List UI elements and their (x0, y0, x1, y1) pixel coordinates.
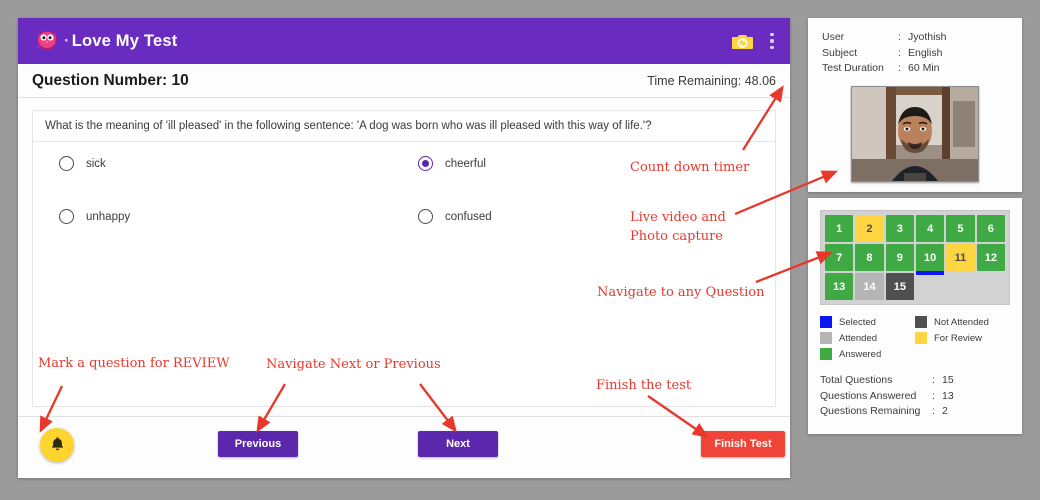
question-grid-wrap: 1 2 3 4 5 6 7 8 9 10 11 12 13 14 15 (820, 210, 1010, 305)
option-label: confused (445, 210, 492, 223)
question-cell-13[interactable]: 13 (825, 273, 854, 300)
legend-label: Answered (839, 348, 882, 360)
info-key: Subject (822, 46, 858, 59)
annotation-live-video: Live video and Photo capture (630, 210, 726, 244)
legend-swatch-attended (820, 332, 832, 344)
info-value: English (908, 46, 943, 59)
question-cell-7[interactable]: 7 (825, 244, 854, 271)
total-key: Total Questions (820, 374, 893, 386)
legend-swatch-for-review (915, 332, 927, 344)
legend: Selected Not Attended Attended For Revie… (820, 316, 1010, 360)
legend-label: Attended (839, 332, 878, 344)
total-colon: : (932, 389, 935, 402)
question-navigator-card: 1 2 3 4 5 6 7 8 9 10 11 12 13 14 15 Sele… (808, 198, 1022, 434)
total-colon: : (932, 405, 935, 417)
legend-item-selected: Selected (820, 316, 915, 328)
total-key: Questions Answered (820, 389, 917, 402)
option-label: cheerful (445, 157, 486, 170)
footer-bar: Previous Next Finish Test (18, 416, 790, 478)
radio-icon[interactable] (59, 156, 74, 171)
legend-label: For Review (934, 332, 983, 344)
total-row: Questions Answered : 13 (820, 389, 1010, 405)
option-label: sick (86, 157, 106, 170)
mark-for-review-button[interactable] (40, 428, 74, 462)
legend-swatch-not-attended (915, 316, 927, 328)
info-row: Test Duration : 60 Min (822, 61, 1008, 77)
annotation-mark-review: Mark a question for REVIEW (38, 356, 230, 371)
legend-label: Selected (839, 316, 876, 328)
total-value: 13 (942, 389, 954, 402)
totals-block: Total Questions : 15 Questions Answered … (820, 373, 1010, 420)
page-root: Love My Test Question Number: 10 Time (0, 0, 1040, 500)
legend-item-not-attended: Not Attended (915, 316, 1010, 328)
question-cell-12[interactable]: 12 (976, 244, 1005, 271)
legend-label: Not Attended (934, 316, 989, 328)
option-label: unhappy (86, 210, 131, 223)
info-key: Test Duration (822, 62, 884, 74)
question-cell-8[interactable]: 8 (855, 244, 884, 271)
info-value: Jyothish (908, 31, 947, 43)
question-cell-10[interactable]: 10 (916, 244, 945, 275)
legend-item-attended: Attended (820, 332, 915, 344)
info-value: 60 Min (908, 62, 940, 74)
question-cell-9[interactable]: 9 (885, 244, 914, 271)
legend-item-for-review: For Review (915, 332, 1010, 344)
question-cell-5[interactable]: 5 (946, 215, 975, 242)
question-header: Question Number: 10 Time Remaining: 48.0… (18, 64, 790, 98)
option-item[interactable]: sick (45, 156, 404, 171)
info-colon: : (898, 31, 901, 43)
info-colon: : (898, 46, 901, 59)
previous-button[interactable]: Previous (218, 431, 298, 457)
annotation-navigate-nextprev: Navigate Next or Previous (266, 357, 441, 372)
app-title: Love My Test (64, 32, 178, 51)
question-cell-empty (916, 273, 944, 300)
total-colon: : (932, 374, 935, 386)
info-row: User : Jyothish (822, 30, 1008, 46)
question-grid: 1 2 3 4 5 6 7 8 9 10 11 12 13 14 15 (825, 215, 1005, 300)
total-row: Questions Remaining : 2 (820, 404, 1010, 420)
annotation-countdown-timer: Count down timer (630, 160, 750, 175)
legend-swatch-selected (820, 316, 832, 328)
question-cell-3[interactable]: 3 (885, 215, 914, 242)
camera-icon[interactable] (732, 33, 753, 50)
bell-icon (50, 436, 65, 455)
question-cell-4[interactable]: 4 (916, 215, 945, 242)
kebab-menu-icon[interactable] (766, 31, 778, 52)
time-remaining-label: Time Remaining: 48.06 (647, 73, 776, 88)
option-item[interactable]: unhappy (45, 209, 404, 224)
question-text: What is the meaning of 'ill pleased' in … (32, 110, 776, 142)
annotation-finish-test: Finish the test (596, 378, 692, 393)
exam-main-card: Love My Test Question Number: 10 Time (18, 18, 790, 478)
app-bar: Love My Test (18, 18, 790, 64)
user-info-card: User : Jyothish Subject : English Test D… (808, 18, 1022, 192)
total-row: Total Questions : 15 (820, 373, 1010, 389)
info-row: Subject : English (822, 46, 1008, 62)
finish-test-button[interactable]: Finish Test (701, 431, 785, 457)
app-bar-actions (732, 18, 778, 64)
question-cell-1[interactable]: 1 (825, 215, 854, 242)
owl-mascot-icon (32, 26, 62, 56)
annotation-navigate-question: Navigate to any Question (597, 285, 765, 300)
legend-swatch-answered (820, 348, 832, 360)
info-colon: : (898, 62, 901, 74)
question-number-label: Question Number: 10 (32, 71, 189, 89)
webcam-photo (851, 85, 979, 182)
question-cell-6[interactable]: 6 (976, 215, 1005, 242)
legend-item-answered: Answered (820, 348, 915, 360)
radio-icon[interactable] (59, 209, 74, 224)
total-value: 2 (942, 405, 948, 417)
question-cell-14[interactable]: 14 (855, 273, 884, 300)
total-value: 15 (942, 374, 954, 386)
question-cell-2[interactable]: 2 (855, 215, 884, 242)
next-button[interactable]: Next (418, 431, 498, 457)
info-key: User (822, 31, 845, 43)
question-cell-11[interactable]: 11 (946, 244, 975, 271)
total-key: Questions Remaining (820, 405, 921, 417)
radio-icon[interactable] (418, 156, 433, 171)
question-cell-15[interactable]: 15 (885, 273, 914, 300)
radio-icon[interactable] (418, 209, 433, 224)
